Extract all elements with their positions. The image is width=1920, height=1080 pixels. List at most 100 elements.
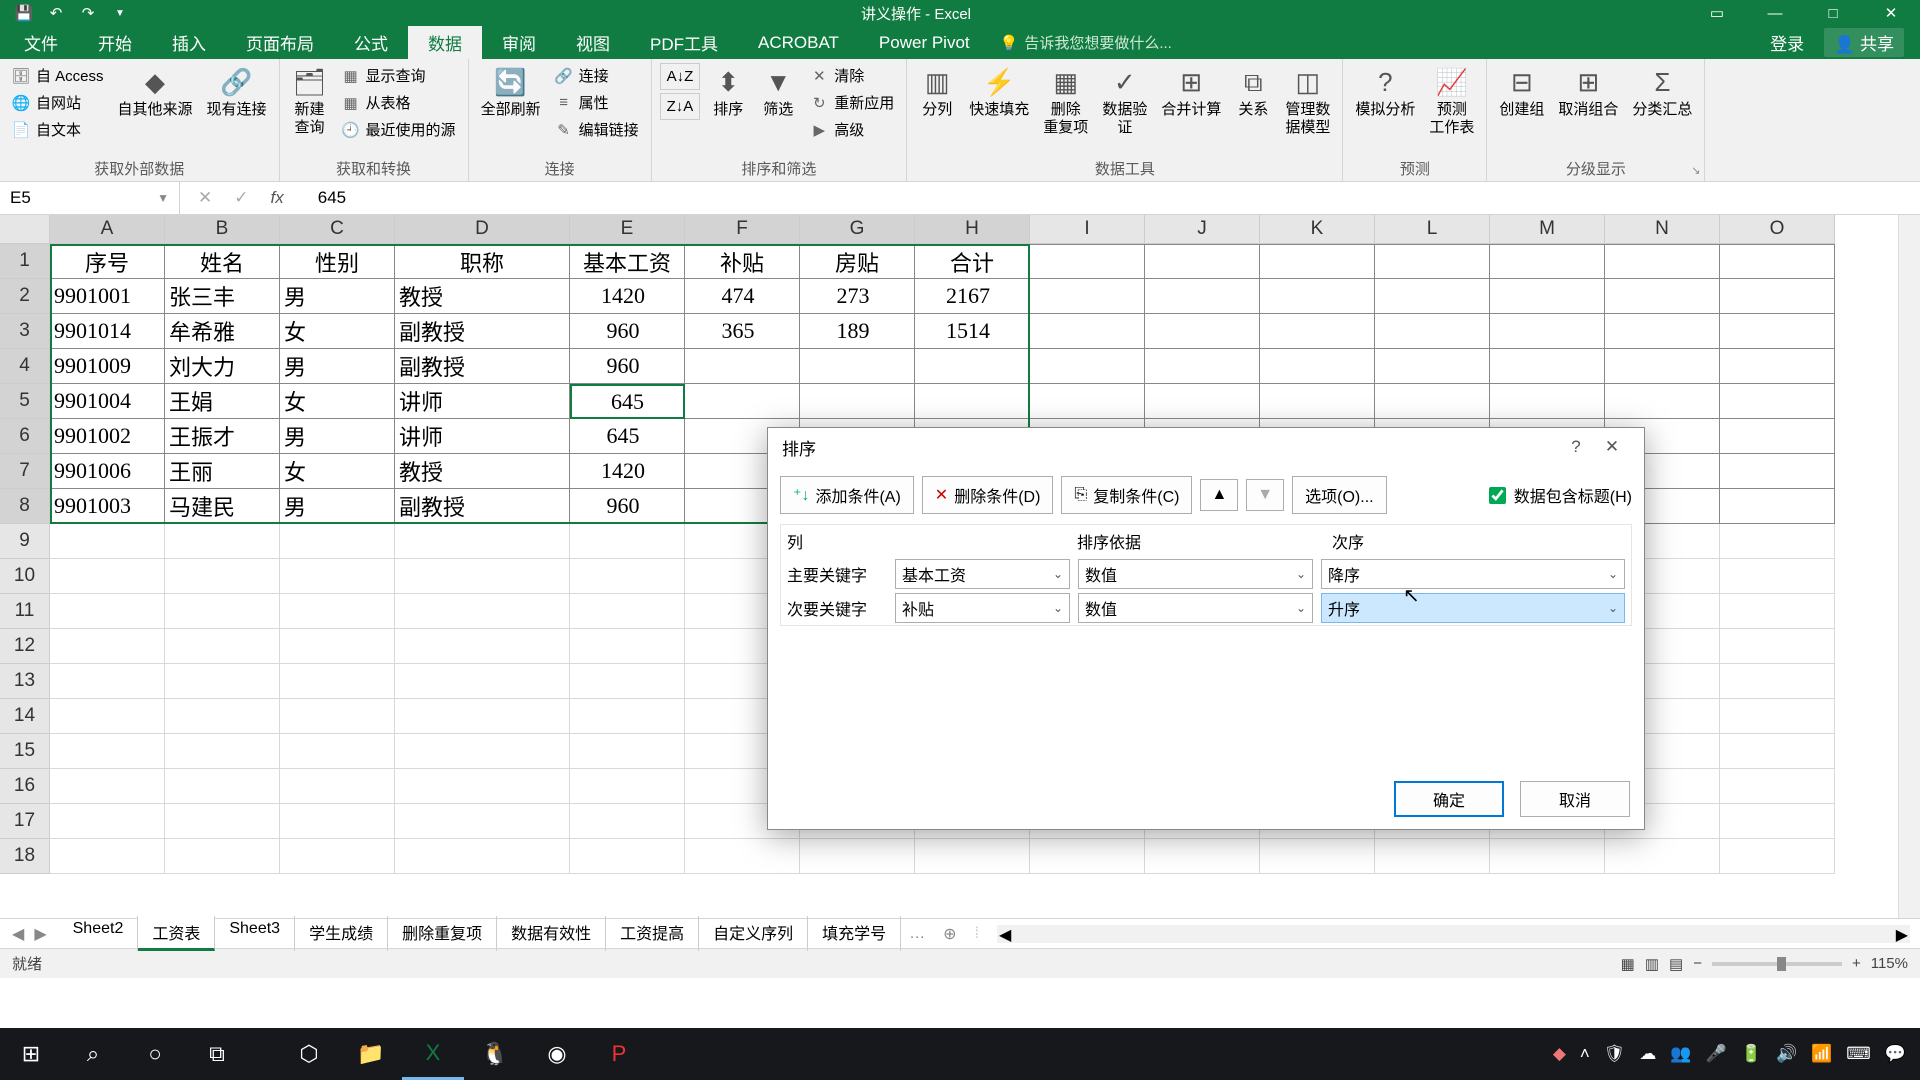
cell-O16[interactable] [1720,769,1835,804]
cell-E9[interactable] [570,524,685,559]
cell-B9[interactable] [165,524,280,559]
cell-B11[interactable] [165,594,280,629]
view-pagebreak-icon[interactable]: ▤ [1669,955,1683,973]
relationships-button[interactable]: ⧉关系 [1231,63,1275,121]
cell-A4[interactable]: 9901009 [50,349,165,384]
row-header-4[interactable]: 4 [0,349,50,384]
cell-A7[interactable]: 9901006 [50,454,165,489]
sort-asc-button[interactable]: A↓Z [660,63,701,90]
edit-links-button[interactable]: ✎编辑链接 [551,117,643,142]
row-header-5[interactable]: 5 [0,384,50,419]
cell-M2[interactable] [1490,279,1605,314]
cell-A10[interactable] [50,559,165,594]
cell-D2[interactable]: 教授 [395,279,570,314]
sheet-tab-工资表[interactable]: 工资表 [138,916,215,951]
undo-icon[interactable]: ↶ [46,3,66,23]
cell-A17[interactable] [50,804,165,839]
cell-E11[interactable] [570,594,685,629]
cancel-button[interactable]: 取消 [1520,781,1630,817]
refresh-all-button[interactable]: 🔄全部刷新 [477,63,545,121]
cell-I4[interactable] [1030,349,1145,384]
cell-H2[interactable]: 2167 [915,279,1030,314]
cell-M18[interactable] [1490,839,1605,874]
tab-pdf[interactable]: PDF工具 [630,26,738,59]
primary-column-select[interactable]: 基本工资⌄ [895,559,1070,589]
column-header-C[interactable]: C [280,215,395,244]
tab-layout[interactable]: 页面布局 [226,26,334,59]
minimize-button[interactable]: ― [1746,0,1804,26]
cell-A2[interactable]: 9901001 [50,279,165,314]
cell-H1[interactable]: 合计 [915,244,1030,279]
has-headers-input[interactable] [1489,487,1506,504]
cell-C13[interactable] [280,664,395,699]
cell-N1[interactable] [1605,244,1720,279]
cell-D7[interactable]: 教授 [395,454,570,489]
row-header-12[interactable]: 12 [0,629,50,664]
cell-A14[interactable] [50,699,165,734]
cell-J5[interactable] [1145,384,1260,419]
tab-insert[interactable]: 插入 [152,26,226,59]
cell-D11[interactable] [395,594,570,629]
cell-B10[interactable] [165,559,280,594]
cell-G4[interactable] [800,349,915,384]
cell-C17[interactable] [280,804,395,839]
remove-dup-button[interactable]: ▦删除 重复项 [1039,63,1092,139]
cell-C2[interactable]: 男 [280,279,395,314]
sort-button[interactable]: ⬍排序 [706,63,750,121]
cell-K4[interactable] [1260,349,1375,384]
tab-view[interactable]: 视图 [556,26,630,59]
cell-C4[interactable]: 男 [280,349,395,384]
file-explorer-icon[interactable]: 📁 [340,1028,402,1080]
redo-icon[interactable]: ↷ [78,3,98,23]
row-header-7[interactable]: 7 [0,454,50,489]
sheet-tab-填充学号[interactable]: 填充学号 [808,916,901,951]
row-header-10[interactable]: 10 [0,559,50,594]
copy-level-button[interactable]: ⎘复制条件(C) [1061,476,1192,514]
cell-O5[interactable] [1720,384,1835,419]
cancel-formula-icon[interactable]: ✕ [198,188,212,208]
cell-E15[interactable] [570,734,685,769]
cell-O14[interactable] [1720,699,1835,734]
column-header-L[interactable]: L [1375,215,1490,244]
cell-H5[interactable] [915,384,1030,419]
from-web-button[interactable]: 🌐自网站 [8,90,108,115]
close-button[interactable]: ✕ [1862,0,1920,26]
pdf-icon[interactable]: P [588,1028,650,1080]
filter-button[interactable]: ▼筛选 [756,63,800,121]
secondary-sortby-select[interactable]: 数值⌄ [1078,593,1313,623]
cell-M3[interactable] [1490,314,1605,349]
clear-filter-button[interactable]: ✕清除 [806,63,898,88]
sheet-more-icon[interactable]: … [901,925,933,943]
column-header-K[interactable]: K [1260,215,1375,244]
cell-B2[interactable]: 张三丰 [165,279,280,314]
tray-onedrive-icon[interactable]: ☁ [1639,1044,1656,1064]
sheet-nav-prev-icon[interactable]: ◀ [12,924,24,944]
cell-E1[interactable]: 基本工资 [570,244,685,279]
cell-O7[interactable] [1720,454,1835,489]
secondary-column-select[interactable]: 补贴⌄ [895,593,1070,623]
cell-M4[interactable] [1490,349,1605,384]
name-box[interactable]: E5 ▼ [0,182,180,214]
cell-C8[interactable]: 男 [280,489,395,524]
excel-icon[interactable]: X [402,1028,464,1080]
cell-F1[interactable]: 补贴 [685,244,800,279]
new-sheet-button[interactable]: ⊕ [933,924,966,944]
cell-E18[interactable] [570,839,685,874]
cortana-button[interactable]: ○ [124,1028,186,1080]
cell-D4[interactable]: 副教授 [395,349,570,384]
cell-B15[interactable] [165,734,280,769]
cell-O11[interactable] [1720,594,1835,629]
tray-people-icon[interactable]: 👥 [1670,1044,1691,1064]
cell-I1[interactable] [1030,244,1145,279]
column-header-N[interactable]: N [1605,215,1720,244]
cell-O4[interactable] [1720,349,1835,384]
cell-C16[interactable] [280,769,395,804]
cell-J2[interactable] [1145,279,1260,314]
tray-app-icon[interactable]: ◆ [1553,1044,1566,1064]
primary-sortby-select[interactable]: 数值⌄ [1078,559,1313,589]
cell-E13[interactable] [570,664,685,699]
data-validation-button[interactable]: ✓数据验 证 [1098,63,1151,139]
cell-J1[interactable] [1145,244,1260,279]
connections-button[interactable]: 🔗连接 [551,63,643,88]
cell-D18[interactable] [395,839,570,874]
